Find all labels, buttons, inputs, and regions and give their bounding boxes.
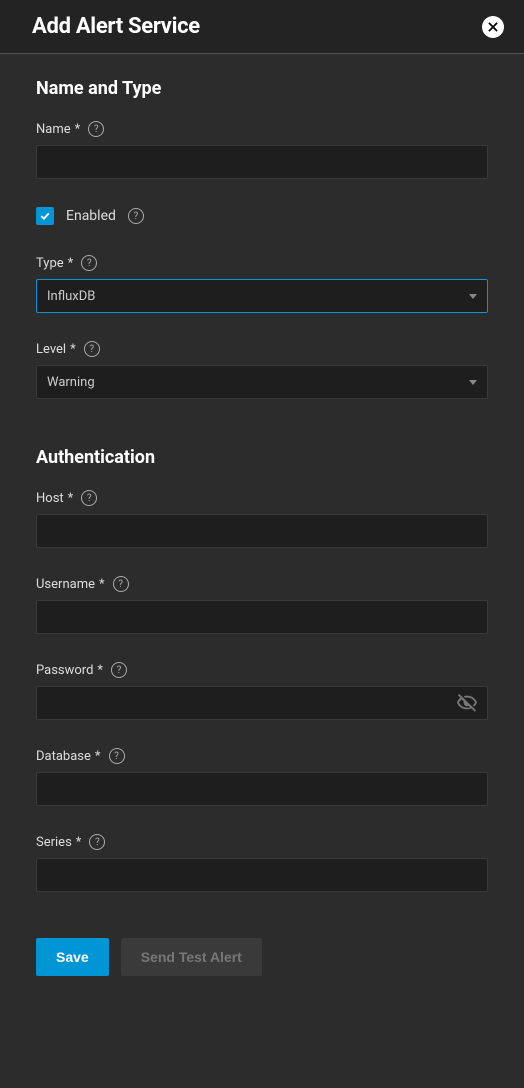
field-series: Series * ?	[36, 834, 488, 892]
enabled-label: Enabled	[66, 208, 116, 224]
required-marker: *	[70, 342, 76, 357]
dialog-footer: Save Send Test Alert	[36, 920, 488, 976]
field-password: Password * ?	[36, 662, 488, 720]
level-select-value: Warning	[47, 375, 95, 390]
visibility-off-icon[interactable]	[456, 692, 478, 714]
field-username: Username * ?	[36, 576, 488, 634]
field-type: Type * ? InfluxDB	[36, 255, 488, 313]
password-label: Password	[36, 663, 93, 678]
help-icon[interactable]: ?	[128, 208, 144, 224]
field-name: Name * ?	[36, 121, 488, 179]
send-test-alert-button[interactable]: Send Test Alert	[121, 938, 262, 976]
name-input[interactable]	[36, 145, 488, 179]
level-label: Level	[36, 342, 66, 357]
required-marker: *	[76, 835, 82, 850]
series-label: Series	[36, 835, 72, 850]
field-level: Level * ? Warning	[36, 341, 488, 399]
required-marker: *	[68, 256, 74, 271]
host-label: Host	[36, 491, 64, 506]
name-label: Name	[36, 122, 71, 137]
type-select[interactable]: InfluxDB	[36, 279, 488, 313]
username-label: Username	[36, 577, 95, 592]
type-select-value: InfluxDB	[47, 289, 95, 304]
check-icon	[39, 210, 51, 222]
password-input[interactable]	[36, 686, 488, 720]
help-icon[interactable]: ?	[81, 490, 97, 506]
dialog-header: Add Alert Service	[0, 0, 524, 54]
help-icon[interactable]: ?	[113, 576, 129, 592]
field-database: Database * ?	[36, 748, 488, 806]
database-label: Database	[36, 749, 91, 764]
close-icon	[486, 20, 500, 34]
field-host: Host * ?	[36, 490, 488, 548]
save-button[interactable]: Save	[36, 938, 109, 976]
help-icon[interactable]: ?	[81, 255, 97, 271]
help-icon[interactable]: ?	[84, 341, 100, 357]
username-input[interactable]	[36, 600, 488, 634]
host-input[interactable]	[36, 514, 488, 548]
close-button[interactable]	[482, 16, 504, 38]
database-input[interactable]	[36, 772, 488, 806]
help-icon[interactable]: ?	[88, 121, 104, 137]
required-marker: *	[95, 749, 101, 764]
help-icon[interactable]: ?	[111, 662, 127, 678]
level-select[interactable]: Warning	[36, 365, 488, 399]
help-icon[interactable]: ?	[109, 748, 125, 764]
required-marker: *	[99, 577, 105, 592]
section-name-and-type-title: Name and Type	[36, 78, 488, 99]
enabled-checkbox[interactable]	[36, 207, 54, 225]
required-marker: *	[97, 663, 103, 678]
help-icon[interactable]: ?	[89, 834, 105, 850]
dialog-title: Add Alert Service	[32, 14, 200, 39]
required-marker: *	[75, 122, 81, 137]
chevron-down-icon	[469, 294, 477, 299]
chevron-down-icon	[469, 380, 477, 385]
required-marker: *	[68, 491, 74, 506]
series-input[interactable]	[36, 858, 488, 892]
type-label: Type	[36, 256, 64, 271]
section-authentication-title: Authentication	[36, 447, 488, 468]
field-enabled: Enabled ?	[36, 207, 488, 225]
dialog-content: Name and Type Name * ? Enabled ? Type * …	[0, 54, 524, 996]
